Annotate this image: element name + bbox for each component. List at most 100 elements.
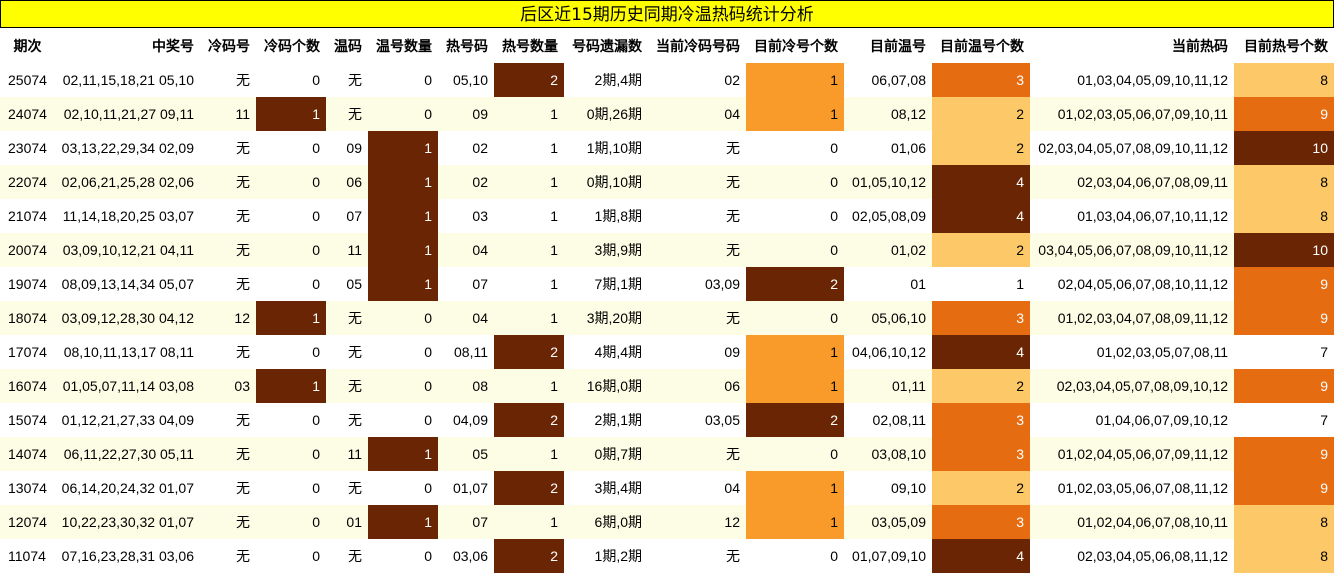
cell-current-hot-count: 7 — [1234, 335, 1334, 369]
cell-cold-count: 0 — [256, 403, 326, 437]
cell-current-warm: 08,12 — [844, 97, 932, 131]
cell-hot-numbers: 03 — [438, 199, 494, 233]
cell-miss-count: 3期,9期 — [564, 233, 648, 267]
cell-cold-numbers: 无 — [200, 199, 256, 233]
cell-current-cold-count: 0 — [746, 301, 844, 335]
cell-cold-numbers: 无 — [200, 267, 256, 301]
cell-miss-count: 3期,20期 — [564, 301, 648, 335]
cell-current-hot: 01,03,04,05,09,10,11,12 — [1030, 63, 1234, 97]
cell-winning-numbers: 02,10,11,21,27 09,11 — [55, 97, 200, 131]
cell-hot-count: 1 — [494, 233, 564, 267]
col-header-warm-numbers: 温码 — [326, 28, 368, 63]
cell-hot-numbers: 07 — [438, 505, 494, 539]
cell-current-warm: 01,05,10,12 — [844, 165, 932, 199]
cell-period: 13074 — [0, 471, 55, 505]
cell-hot-numbers: 08,11 — [438, 335, 494, 369]
cell-hot-numbers: 02 — [438, 165, 494, 199]
cell-miss-count: 6期,0期 — [564, 505, 648, 539]
cell-current-cold-count: 0 — [746, 539, 844, 573]
cell-current-hot-count: 9 — [1234, 267, 1334, 301]
cell-current-cold-count: 2 — [746, 403, 844, 437]
cell-cold-numbers: 03 — [200, 369, 256, 403]
cell-winning-numbers: 03,13,22,29,34 02,09 — [55, 131, 200, 165]
cell-current-cold: 无 — [648, 233, 746, 267]
cell-hot-count: 2 — [494, 403, 564, 437]
cell-cold-count: 0 — [256, 335, 326, 369]
cell-hot-count: 1 — [494, 199, 564, 233]
cell-current-cold-count: 0 — [746, 165, 844, 199]
cell-hot-numbers: 05 — [438, 437, 494, 471]
cell-current-warm: 03,08,10 — [844, 437, 932, 471]
cell-cold-count: 0 — [256, 471, 326, 505]
cell-period: 15074 — [0, 403, 55, 437]
cell-current-warm-count: 2 — [932, 97, 1030, 131]
cell-current-cold: 12 — [648, 505, 746, 539]
cell-winning-numbers: 01,05,07,11,14 03,08 — [55, 369, 200, 403]
cell-warm-count: 1 — [368, 131, 438, 165]
cell-current-hot-count: 9 — [1234, 471, 1334, 505]
cell-cold-numbers: 无 — [200, 471, 256, 505]
cell-current-hot: 01,02,04,06,07,08,10,11 — [1030, 505, 1234, 539]
table-row: 17074 08,10,11,13,17 08,11 无 0 无 0 08,11 2 4期,4期… — [0, 335, 1334, 369]
cell-period: 14074 — [0, 437, 55, 471]
cell-current-cold: 无 — [648, 165, 746, 199]
cell-current-cold-count: 1 — [746, 335, 844, 369]
cell-current-warm: 01,07,09,10 — [844, 539, 932, 573]
cell-current-cold-count: 0 — [746, 131, 844, 165]
cell-miss-count: 4期,4期 — [564, 335, 648, 369]
cell-warm-count: 0 — [368, 369, 438, 403]
col-header-cold-numbers: 冷码号 — [200, 28, 256, 63]
cell-current-warm: 01,11 — [844, 369, 932, 403]
cell-hot-numbers: 08 — [438, 369, 494, 403]
cell-current-cold: 04 — [648, 97, 746, 131]
cell-current-warm: 09,10 — [844, 471, 932, 505]
cell-cold-numbers: 无 — [200, 131, 256, 165]
cell-winning-numbers: 07,16,23,28,31 03,06 — [55, 539, 200, 573]
cell-current-cold: 09 — [648, 335, 746, 369]
cell-current-hot: 02,03,04,05,07,08,09,10,11,12 — [1030, 131, 1234, 165]
table-row: 16074 01,05,07,11,14 03,08 03 1 无 0 08 1 16期,0期 0… — [0, 369, 1334, 403]
cell-warm-numbers: 无 — [326, 97, 368, 131]
cell-current-cold-count: 1 — [746, 97, 844, 131]
col-header-current-warm: 目前温号 — [844, 28, 932, 63]
cell-current-cold: 02 — [648, 63, 746, 97]
cell-warm-count: 1 — [368, 199, 438, 233]
stats-table: 期次 中奖号 冷码号 冷码个数 温码 温号数量 热号码 热号数量 号码遗漏数 当… — [0, 28, 1334, 573]
table-row: 20074 03,09,10,12,21 04,11 无 0 11 1 04 1 3期,9期无 0… — [0, 233, 1334, 267]
cell-current-warm: 01,06 — [844, 131, 932, 165]
cell-warm-numbers: 无 — [326, 63, 368, 97]
cell-hot-numbers: 02 — [438, 131, 494, 165]
cell-warm-count: 1 — [368, 165, 438, 199]
cell-warm-count: 1 — [368, 233, 438, 267]
table-row: 11074 07,16,23,28,31 03,06 无 0 无 0 03,06 2 1期,2期… — [0, 539, 1334, 573]
cell-hot-count: 1 — [494, 369, 564, 403]
cell-hot-count: 1 — [494, 301, 564, 335]
cell-miss-count: 1期,2期 — [564, 539, 648, 573]
cell-current-cold: 04 — [648, 471, 746, 505]
cell-hot-count: 1 — [494, 267, 564, 301]
cell-current-warm: 06,07,08 — [844, 63, 932, 97]
cell-cold-numbers: 12 — [200, 301, 256, 335]
cell-current-warm-count: 3 — [932, 437, 1030, 471]
cell-cold-numbers: 无 — [200, 233, 256, 267]
cell-winning-numbers: 08,09,13,14,34 05,07 — [55, 267, 200, 301]
cell-period: 23074 — [0, 131, 55, 165]
cell-winning-numbers: 01,12,21,27,33 04,09 — [55, 403, 200, 437]
cell-warm-count: 0 — [368, 539, 438, 573]
cell-current-warm-count: 1 — [932, 267, 1030, 301]
cell-cold-count: 0 — [256, 437, 326, 471]
cell-warm-numbers: 09 — [326, 131, 368, 165]
cell-current-cold: 无 — [648, 539, 746, 573]
cell-winning-numbers: 10,22,23,30,32 01,07 — [55, 505, 200, 539]
cell-current-hot-count: 8 — [1234, 539, 1334, 573]
cell-current-hot: 02,03,04,06,07,08,09,11 — [1030, 165, 1234, 199]
col-header-current-cold: 当前冷码号码 — [648, 28, 746, 63]
cell-cold-count: 0 — [256, 233, 326, 267]
cell-current-hot-count: 8 — [1234, 165, 1334, 199]
cell-current-cold-count: 1 — [746, 505, 844, 539]
cell-warm-numbers: 无 — [326, 471, 368, 505]
cell-winning-numbers: 08,10,11,13,17 08,11 — [55, 335, 200, 369]
cell-winning-numbers: 03,09,10,12,21 04,11 — [55, 233, 200, 267]
table-row: 19074 08,09,13,14,34 05,07 无 0 05 1 07 1 7期,1期 03… — [0, 267, 1334, 301]
cell-current-cold: 03,09 — [648, 267, 746, 301]
